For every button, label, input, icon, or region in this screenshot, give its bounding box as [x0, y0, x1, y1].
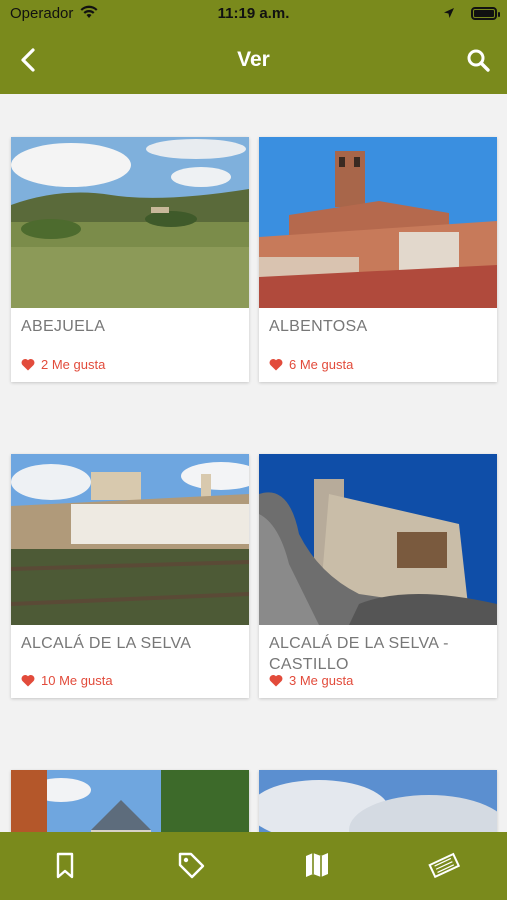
likes-label: 2 Me gusta [41, 357, 106, 372]
likes-label: 3 Me gusta [289, 673, 354, 688]
places-grid: ABEJUELA 2 Me gusta ALBENTOSA 6 Me gusta [0, 94, 507, 832]
chevron-left-icon [21, 48, 35, 72]
place-photo [11, 137, 249, 308]
heart-icon [21, 674, 35, 687]
likes-count: 10 Me gusta [21, 673, 113, 688]
place-card-partial[interactable] [11, 770, 249, 832]
back-button[interactable] [14, 44, 44, 76]
search-icon [467, 49, 490, 72]
likes-count: 3 Me gusta [269, 673, 353, 688]
likes-label: 10 Me gusta [41, 673, 113, 688]
place-name: ALCALÁ DE LA SELVA - CASTILLO [269, 635, 449, 673]
tab-bookmarks[interactable] [50, 850, 80, 880]
place-card-abejuela[interactable]: ABEJUELA 2 Me gusta [11, 137, 249, 382]
search-button[interactable] [463, 44, 493, 76]
tab-tickets[interactable] [428, 850, 461, 880]
place-card-alcala-de-la-selva[interactable]: ALCALÁ DE LA SELVA 10 Me gusta [11, 454, 249, 698]
status-time: 11:19 a.m. [217, 5, 290, 22]
page-title: Ver [237, 48, 270, 71]
heart-icon [21, 358, 35, 371]
app-header: Operador 11:19 a.m. Ver [0, 0, 507, 94]
place-photo [11, 454, 249, 625]
wifi-icon [80, 5, 98, 18]
place-card-albentosa[interactable]: ALBENTOSA 6 Me gusta [259, 137, 497, 382]
location-arrow-icon [444, 8, 454, 18]
place-photo [259, 454, 497, 625]
place-photo [259, 137, 497, 308]
place-name: ALCALÁ DE LA SELVA [21, 635, 192, 652]
carrier-label: Operador [10, 5, 74, 22]
status-bar: Operador 11:19 a.m. [0, 0, 507, 28]
map-icon [306, 853, 328, 877]
ticket-icon [428, 852, 461, 879]
bookmark-icon [56, 852, 74, 879]
heart-icon [269, 358, 283, 371]
place-name: ABEJUELA [21, 318, 106, 335]
battery-icon [471, 7, 500, 20]
tab-tags[interactable] [176, 850, 206, 880]
place-photo [259, 770, 497, 832]
heart-icon [269, 674, 283, 687]
tab-bar [0, 832, 507, 900]
place-photo [11, 770, 249, 832]
likes-label: 6 Me gusta [289, 357, 354, 372]
place-name: ALBENTOSA [269, 318, 368, 335]
place-card-partial[interactable] [259, 770, 497, 832]
place-card-alcala-castillo[interactable]: ALCALÁ DE LA SELVA - CASTILLO 3 Me gusta [259, 454, 497, 698]
tag-icon [178, 852, 205, 879]
likes-count: 6 Me gusta [269, 357, 353, 372]
tab-map[interactable] [302, 850, 332, 880]
likes-count: 2 Me gusta [21, 357, 105, 372]
